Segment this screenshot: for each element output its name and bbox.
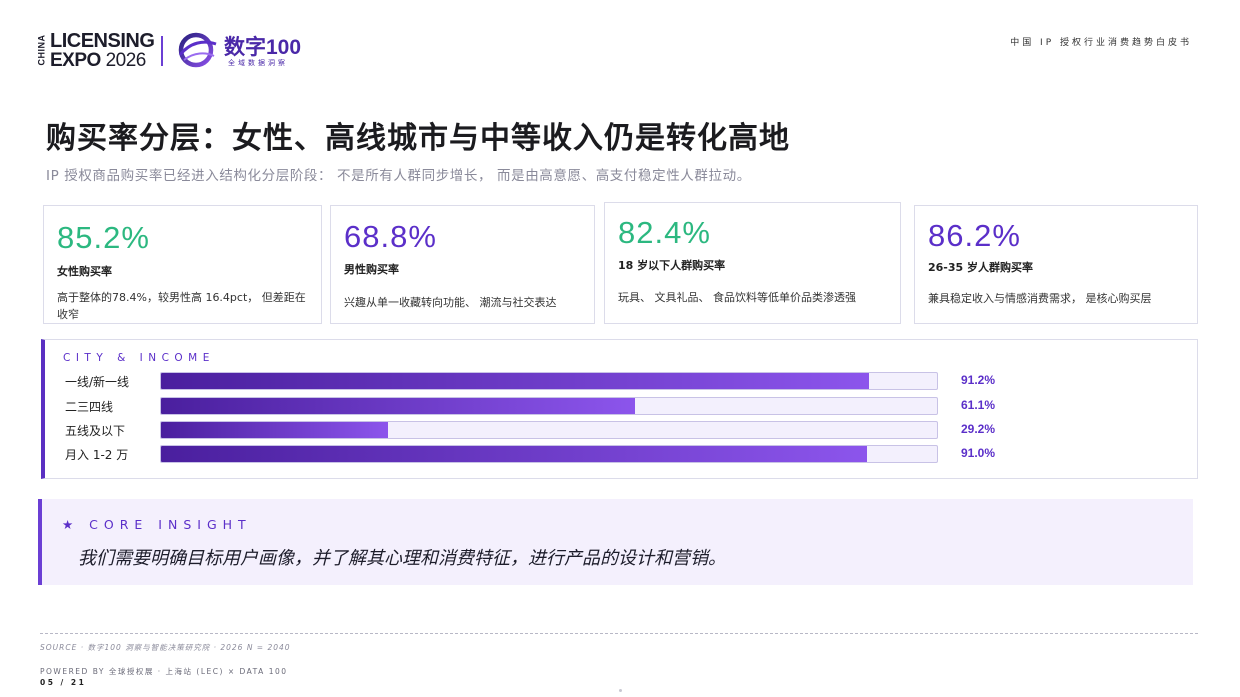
stat-description: 兴趣从单一收藏转向功能、 潮流与社交表达 (344, 296, 557, 309)
bar-row-tier5: 五线及以下 29.2% (45, 421, 1197, 439)
page-subtitle: IP 授权商品购买率已经进入结构化分层阶段： 不是所有人群同步增长， 而是由高意… (46, 168, 751, 184)
page-number: 05 / 21 (40, 678, 87, 687)
bar-label: 月入 1-2 万 (65, 448, 129, 462)
stat-value: 68.8% (344, 219, 437, 254)
logo-china-text: CHINA (36, 34, 47, 66)
bar-label: 二三四线 (65, 400, 114, 414)
logo-divider (161, 36, 163, 66)
data100-globe-icon (178, 32, 217, 68)
bar-track (160, 372, 938, 390)
stat-card-female: 85.2% 女性购买率 高于整体的78.4%，较男性高 16.4pct， 但差距… (43, 205, 322, 324)
stat-label: 女性购买率 (57, 265, 112, 278)
bar-panel-heading: CITY & INCOME (63, 352, 215, 364)
bar-fill (161, 422, 388, 438)
document-title: 中国 IP 授权行业消费趋势白皮书 (1010, 38, 1192, 48)
bar-value: 29.2% (961, 422, 996, 436)
bar-fill (161, 446, 868, 462)
brand-name: 数字100 (224, 36, 302, 59)
licensing-expo-logo: CHINA LICENSING EXPO 2026 (36, 30, 155, 72)
insight-heading: ★ CORE INSIGHT (62, 517, 252, 532)
stat-value: 85.2% (57, 220, 150, 255)
stat-label: 18 岁以下人群购买率 (618, 259, 726, 272)
bar-row-income: 月入 1-2 万 91.0% (45, 445, 1197, 463)
insight-text: 我们需要明确目标用户画像，并了解其心理和消费特征，进行产品的设计和营销。 (78, 548, 726, 569)
page-title: 购买率分层：女性、高线城市与中等收入仍是转化高地 (46, 121, 790, 156)
stat-card-26-35: 86.2% 26-35 岁人群购买率 兼具稳定收入与情感消费需求， 是核心购买层 (914, 205, 1198, 324)
stat-value: 82.4% (618, 215, 711, 250)
powered-by: POWERED BY 全球授权展 · 上海站 (LEC) × DATA 100 (40, 667, 288, 676)
bar-fill (161, 398, 636, 414)
bar-track (160, 421, 938, 439)
bar-row-tier1: 一线/新一线 91.2% (45, 372, 1197, 390)
bar-label: 五线及以下 (65, 424, 126, 438)
bar-row-tier2-4: 二三四线 61.1% (45, 397, 1197, 415)
stat-card-male: 68.8% 男性购买率 兴趣从单一收藏转向功能、 潮流与社交表达 (330, 205, 595, 324)
bar-value: 91.2% (961, 373, 996, 387)
brand-tagline: 全域数据洞察 (228, 59, 288, 67)
source-note: SOURCE · 数字100 洞察与智能决策研究院 · 2026 N = 204… (40, 643, 291, 652)
page-dot (619, 689, 622, 692)
bar-fill (161, 373, 869, 389)
bar-label: 一线/新一线 (65, 375, 130, 389)
footer-divider (40, 633, 1198, 634)
stat-value: 86.2% (928, 218, 1021, 253)
stat-description: 玩具、 文具礼品、 食品饮料等低单价品类渗透强 (618, 291, 856, 304)
stat-card-under-18: 82.4% 18 岁以下人群购买率 玩具、 文具礼品、 食品饮料等低单价品类渗透… (604, 202, 901, 324)
core-insight-box: ★ CORE INSIGHT 我们需要明确目标用户画像，并了解其心理和消费特征，… (38, 499, 1193, 585)
stat-description: 兼具稳定收入与情感消费需求， 是核心购买层 (928, 292, 1152, 305)
bar-track (160, 397, 938, 415)
bar-value: 91.0% (961, 446, 996, 460)
data100-logo: 数字100 全域数据洞察 (176, 28, 316, 72)
bar-value: 61.1% (961, 398, 996, 412)
bar-track (160, 445, 938, 463)
stat-description: 高于整体的78.4%，较男性高 16.4pct， 但差距在收窄 (57, 291, 306, 321)
stat-label: 男性购买率 (344, 263, 399, 276)
stat-label: 26-35 岁人群购买率 (928, 261, 1034, 274)
logo-expo-text: EXPO 2026 (50, 50, 146, 71)
city-income-panel: CITY & INCOME 一线/新一线 91.2% 二三四线 61.1% 五线… (41, 339, 1198, 479)
